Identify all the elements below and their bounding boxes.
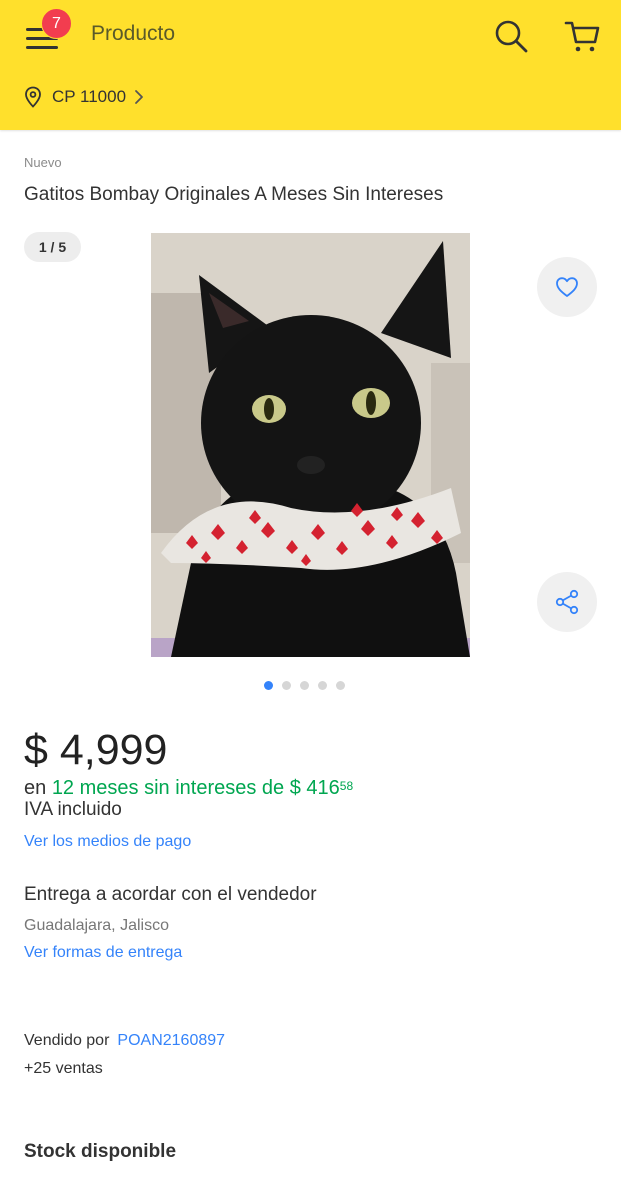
stock-title: Stock disponible bbox=[24, 1141, 177, 1162]
cart-button[interactable] bbox=[563, 17, 601, 55]
gallery-dot[interactable] bbox=[318, 681, 327, 690]
product-title: Gatitos Bombay Originales A Meses Sin In… bbox=[24, 184, 444, 205]
gallery-dot[interactable] bbox=[300, 681, 309, 690]
installments-prefix: en bbox=[24, 777, 47, 799]
heart-icon bbox=[556, 277, 578, 297]
location-pin-icon bbox=[25, 86, 41, 108]
page-title: Producto bbox=[91, 22, 176, 45]
seller-sales: +25 ventas bbox=[24, 1060, 103, 1077]
image-counter: 1 / 5 bbox=[24, 232, 81, 262]
shipping-options-link[interactable]: Ver formas de entrega bbox=[24, 944, 182, 962]
cart-icon bbox=[564, 21, 600, 52]
top-header: 7 Producto CP 11000 bbox=[0, 0, 621, 130]
chevron-right-icon bbox=[135, 90, 143, 104]
installments-text: 12 meses sin intereses de $ 416 bbox=[51, 777, 340, 799]
tax-note: IVA incluido bbox=[24, 799, 122, 820]
seller-info: Vendido por POAN2160897 bbox=[24, 1032, 225, 1050]
delivery-title: Entrega a acordar con el vendedor bbox=[24, 884, 317, 905]
price: $ 4,999 bbox=[24, 726, 168, 774]
share-button[interactable] bbox=[537, 572, 597, 632]
product-image[interactable] bbox=[151, 233, 470, 657]
installments-cents: 58 bbox=[339, 779, 354, 793]
seller-label: Vendido por bbox=[24, 1032, 110, 1049]
gallery-dot[interactable] bbox=[264, 681, 273, 690]
gallery-dot[interactable] bbox=[282, 681, 291, 690]
seller-location: Guadalajara, Jalisco bbox=[24, 917, 169, 934]
seller-name-link[interactable]: POAN2160897 bbox=[117, 1032, 225, 1049]
notification-badge: 7 bbox=[41, 8, 72, 39]
search-button[interactable] bbox=[492, 17, 530, 55]
installments-info: en 12 meses sin intereses de $ 41658 bbox=[24, 777, 353, 800]
location-label: CP 11000 bbox=[52, 87, 127, 106]
search-icon bbox=[495, 20, 528, 53]
gallery-dots bbox=[264, 681, 354, 690]
condition-label: Nuevo bbox=[24, 155, 62, 170]
location-selector[interactable]: CP 11000 bbox=[24, 84, 144, 110]
payment-methods-link[interactable]: Ver los medios de pago bbox=[24, 833, 191, 851]
favorite-button[interactable] bbox=[537, 257, 597, 317]
share-icon bbox=[555, 589, 579, 615]
gallery-dot[interactable] bbox=[336, 681, 345, 690]
